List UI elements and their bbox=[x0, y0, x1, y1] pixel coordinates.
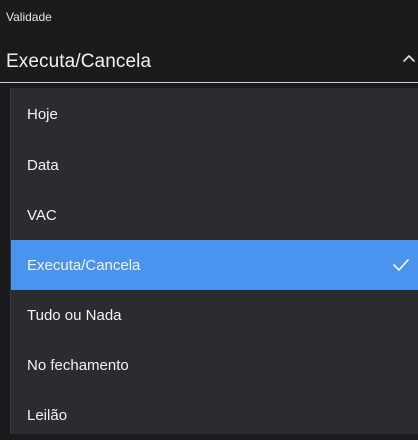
checkmark-icon bbox=[392, 257, 410, 273]
chevron-up-icon[interactable] bbox=[400, 50, 418, 68]
validity-select[interactable]: Executa/Cancela bbox=[0, 42, 418, 82]
option-tudo-ou-nada[interactable]: Tudo ou Nada bbox=[11, 290, 418, 340]
select-underline bbox=[0, 82, 418, 83]
option-label: Hoje bbox=[27, 105, 58, 123]
option-vac[interactable]: VAC bbox=[11, 190, 418, 240]
option-data[interactable]: Data bbox=[11, 140, 418, 190]
option-hoje[interactable]: Hoje bbox=[11, 88, 418, 140]
option-label: Executa/Cancela bbox=[27, 256, 141, 274]
field-label: Validade bbox=[6, 10, 52, 24]
option-leilao[interactable]: Leilão bbox=[11, 390, 418, 440]
option-label: Data bbox=[27, 156, 59, 174]
option-label: Leilão bbox=[27, 406, 68, 424]
option-no-fechamento[interactable]: No fechamento bbox=[11, 340, 418, 390]
option-label: No fechamento bbox=[27, 356, 129, 374]
option-executa-cancela[interactable]: Executa/Cancela bbox=[11, 240, 418, 290]
select-value: Executa/Cancela bbox=[6, 51, 152, 72]
option-label: Tudo ou Nada bbox=[27, 306, 122, 324]
dropdown-menu: Hoje Data VAC Executa/Cancela Tudo ou Na… bbox=[10, 88, 418, 434]
option-label: VAC bbox=[27, 206, 57, 224]
